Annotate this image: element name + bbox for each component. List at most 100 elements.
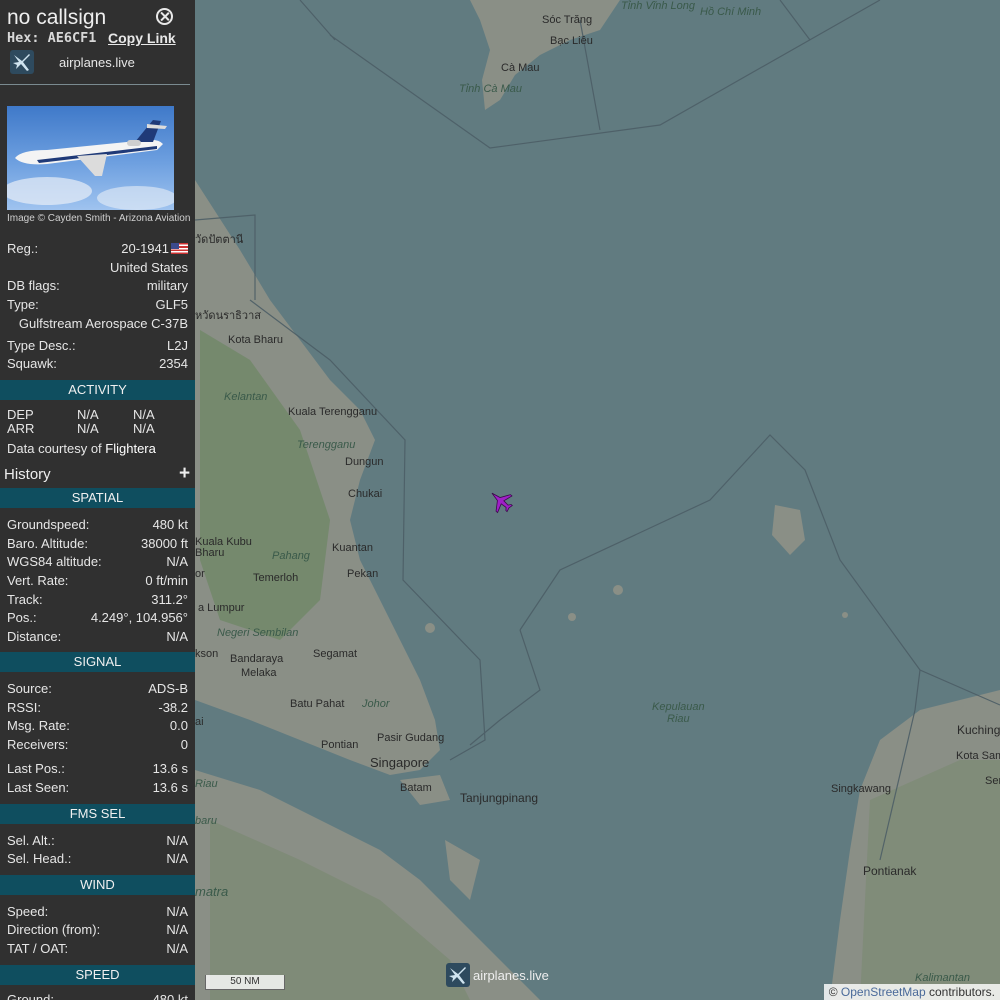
- wind-row-value: N/A: [166, 922, 188, 937]
- map-label-kuala-terengganu: Kuala Terengganu: [288, 406, 378, 418]
- map-label-kalimantan: Kalimantan: [915, 972, 971, 984]
- signal-row-label: Last Seen:: [7, 780, 70, 795]
- map-view[interactable]: Tỉnh Vĩnh Long Hồ Chí Minh Sóc Trăng Bạc…: [195, 0, 1000, 1000]
- wind-row: TAT / OAT: N/A: [7, 941, 188, 957]
- site-link[interactable]: airplanes.live: [59, 55, 135, 70]
- ground-speed-value: 480 kt: [152, 992, 188, 1000]
- map-label-melaka: Melaka: [241, 667, 277, 679]
- signal-row-value: ADS-B: [148, 681, 188, 696]
- airplanes-live-watermark[interactable]: airplanes.live: [473, 968, 549, 983]
- attribution-copyright: ©: [828, 985, 838, 999]
- country: United States: [109, 260, 188, 275]
- dep-label: DEP: [7, 407, 34, 422]
- type-row: Type: GLF5: [7, 297, 188, 313]
- type-label: Type:: [7, 297, 39, 312]
- map-label-tanjungpinang: Tanjungpinang: [460, 791, 539, 805]
- spatial-row-label: Baro. Altitude:: [7, 536, 88, 551]
- spatial-row-value: 38000 ft: [141, 536, 188, 551]
- spatial-row-value: 311.2°: [151, 592, 188, 607]
- fms-row: Sel. Head.: N/A: [7, 851, 188, 867]
- wind-row: Direction (from): N/A: [7, 922, 188, 938]
- signal-row: Last Seen: 13.6 s: [7, 780, 188, 796]
- spatial-row: Groundspeed: 480 kt: [7, 517, 188, 533]
- map-label-pontianak: Pontianak: [863, 864, 917, 878]
- signal-row: Msg. Rate: 0.0: [7, 718, 188, 734]
- map-tiles: [195, 0, 1000, 1000]
- map-label-kuala-lumpur: a Lumpur: [198, 602, 245, 614]
- map-label-batam: Batam: [400, 782, 432, 794]
- map-label-kuching: Kuching: [957, 723, 1000, 737]
- signal-row-value: 0.0: [169, 718, 188, 733]
- openstreetmap-link[interactable]: OpenStreetMap: [841, 985, 926, 999]
- map-label-or: or: [195, 568, 205, 580]
- typedesc-value: L2J: [167, 338, 188, 353]
- spatial-row-label: Groundspeed:: [7, 517, 90, 532]
- arr-value-b: N/A: [133, 421, 155, 436]
- signal-row-label: Msg. Rate:: [7, 718, 70, 733]
- spatial-row-value: 480 kt: [152, 517, 188, 532]
- dep-value-a: N/A: [77, 407, 99, 422]
- map-label-bharu: Bharu: [195, 547, 225, 559]
- aircraft-marker-icon: [491, 492, 513, 514]
- map-label-riau: Riau: [667, 713, 690, 725]
- map-attribution: © OpenStreetMap contributors.: [823, 984, 1000, 1000]
- aircraft-photo[interactable]: [7, 106, 174, 210]
- airplanes-live-logo-icon[interactable]: [10, 50, 34, 74]
- map-label-soc-trang: Sóc Trăng: [542, 14, 593, 26]
- squawk-value: 2354: [159, 356, 188, 371]
- spatial-row-label: Track:: [7, 592, 43, 607]
- map-label-pekan: Pekan: [347, 568, 379, 580]
- history-title[interactable]: History: [4, 466, 51, 483]
- signal-row-value: 13.6 s: [152, 780, 188, 795]
- speed-header: SPEED: [0, 965, 195, 985]
- close-icon[interactable]: [156, 8, 173, 25]
- fms-header: FMS SEL: [0, 804, 195, 824]
- reg-value[interactable]: 20-1941: [121, 241, 169, 256]
- arr-label: ARR: [7, 421, 35, 436]
- attribution-suffix: contributors.: [928, 985, 995, 999]
- wind-header: WIND: [0, 875, 195, 895]
- map-label-kota-bharu: Kota Bharu: [228, 334, 284, 346]
- map-label-kson: kson: [195, 648, 219, 660]
- copy-link[interactable]: Copy Link: [108, 30, 176, 46]
- spatial-row-value: N/A: [166, 629, 188, 644]
- type-full: Gulfstream Aerospace C-37B: [18, 316, 188, 331]
- spatial-row-label: Pos.:: [7, 610, 37, 625]
- spatial-header: SPATIAL: [0, 488, 195, 508]
- scale-bar: 50 NM: [205, 975, 285, 990]
- history-expand-icon[interactable]: +: [179, 464, 190, 483]
- map-label-kepulauan: Kepulauan: [652, 701, 705, 713]
- flightera-link[interactable]: Flightera: [105, 441, 156, 456]
- map-label-ser: Ser: [985, 775, 1000, 787]
- map-label-pasir-gudang: Pasir Gudang: [377, 732, 445, 744]
- map-label-chukai: Chukai: [348, 488, 383, 500]
- us-flag-icon: [171, 243, 188, 254]
- fms-row-value: N/A: [166, 833, 188, 848]
- signal-row-value: -38.2: [158, 700, 188, 715]
- signal-row: RSSI: -38.2: [7, 700, 188, 716]
- map-label-kuantan: Kuantan: [332, 542, 373, 554]
- spatial-row: Baro. Altitude: 38000 ft: [7, 536, 188, 552]
- map-label-riau-west: Riau: [195, 778, 218, 790]
- airplanes-live-watermark-icon[interactable]: [446, 963, 470, 987]
- fms-row-value: N/A: [166, 851, 188, 866]
- map-label-ca-mau: Cà Mau: [501, 62, 540, 74]
- spatial-row: Track: 311.2°: [7, 592, 188, 608]
- wind-row-value: N/A: [166, 941, 188, 956]
- fms-row-label: Sel. Head.:: [7, 851, 72, 866]
- signal-row-label: Receivers:: [7, 737, 69, 752]
- wind-row-value: N/A: [166, 904, 188, 919]
- map-label-singapore: Singapore: [370, 755, 430, 770]
- map-label-ho-chi-minh: Hồ Chí Minh: [700, 6, 762, 18]
- arr-value-a: N/A: [77, 421, 99, 436]
- signal-row-value: 13.6 s: [152, 761, 188, 776]
- fms-row-label: Sel. Alt.:: [7, 833, 55, 848]
- spatial-row-value: 4.249°, 104.956°: [90, 610, 188, 625]
- photo-credit: Image © Cayden Smith - Arizona Aviation: [7, 213, 191, 224]
- spatial-row-label: Distance:: [7, 629, 62, 644]
- map-label-ai: ai: [195, 716, 204, 728]
- map-label-negeri-sembilan: Negeri Sembilan: [217, 627, 299, 639]
- spatial-row-value: N/A: [166, 554, 188, 569]
- map-label-baru: baru: [195, 815, 218, 827]
- signal-row: Receivers: 0: [7, 737, 188, 753]
